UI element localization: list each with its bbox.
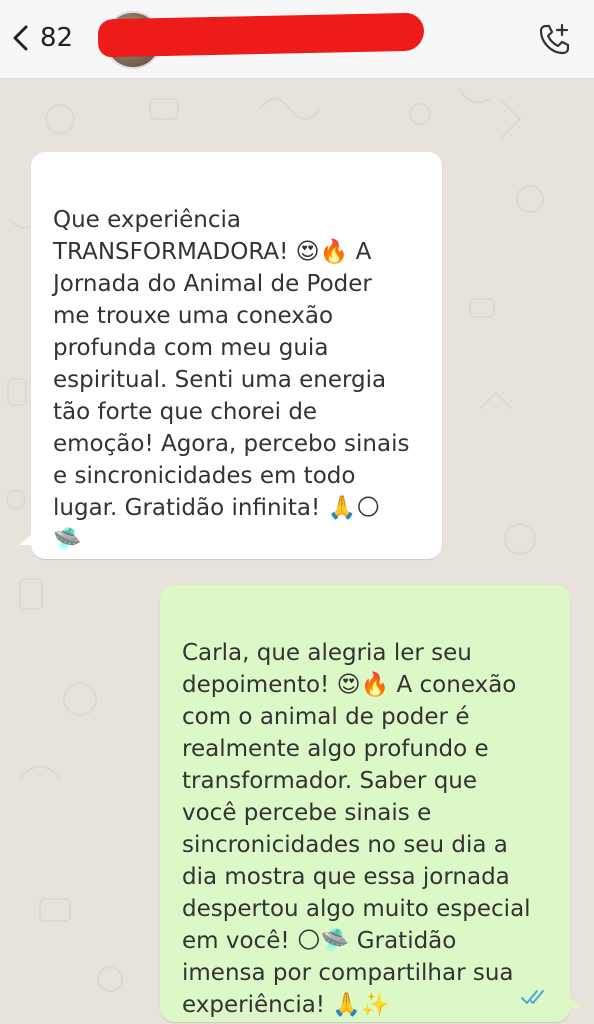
bubble-tail bbox=[19, 533, 33, 545]
add-call-icon[interactable] bbox=[538, 22, 572, 56]
chat-header: 82 bbox=[0, 0, 594, 79]
incoming-message[interactable]: Que experiência TRANSFORMADORA! 😍🔥 A Jor… bbox=[19, 152, 442, 559]
unread-count: 82 bbox=[40, 23, 74, 53]
message-text: Carla, que alegria ler seu depoimento! 😍… bbox=[182, 640, 531, 1018]
message-text: Que experiência TRANSFORMADORA! 😍🔥 A Jor… bbox=[53, 207, 410, 553]
read-ticks-icon bbox=[521, 990, 544, 1004]
bubble-tail bbox=[568, 996, 582, 1008]
chevron-left-icon bbox=[13, 25, 28, 51]
redacted-contact-name[interactable] bbox=[97, 12, 425, 58]
chat-area[interactable]: Que experiência TRANSFORMADORA! 😍🔥 A Jor… bbox=[0, 79, 594, 1024]
back-button[interactable]: 82 bbox=[10, 18, 73, 58]
outgoing-message[interactable]: Carla, que alegria ler seu depoimento! 😍… bbox=[160, 585, 582, 1022]
